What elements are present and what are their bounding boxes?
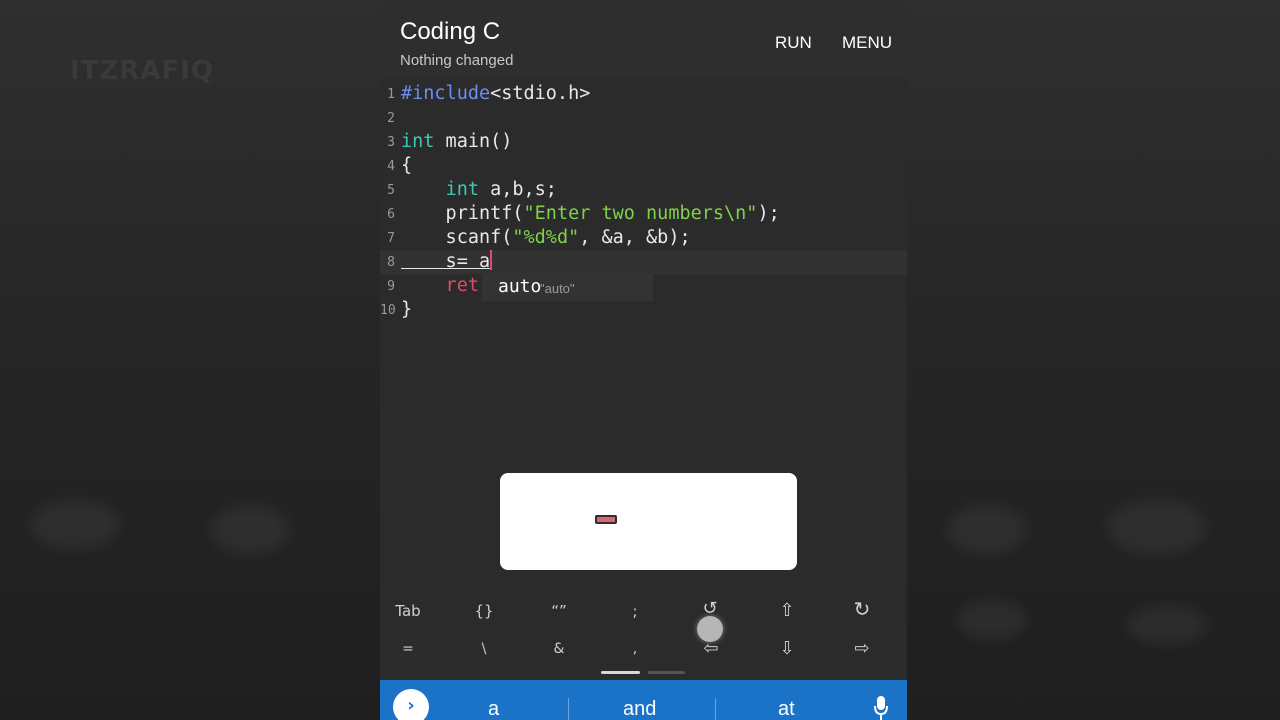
line-number: 5: [387, 183, 395, 198]
code-text: #include<stdio.h>: [401, 82, 590, 106]
equals-key[interactable]: =: [380, 641, 438, 657]
comma-key[interactable]: ,: [605, 641, 665, 657]
line-number: 1: [387, 87, 395, 102]
line-number: 4: [387, 159, 395, 174]
backslash-key[interactable]: \: [454, 641, 514, 657]
background-left: ITZRAFIQ: [0, 0, 380, 720]
arrow-right-icon[interactable]: ⇨: [832, 638, 892, 659]
touch-indicator: [697, 616, 723, 642]
code-text: int main(): [401, 130, 512, 154]
code-token: );: [757, 203, 780, 224]
code-token: s= a: [401, 251, 491, 272]
code-line: 10 }: [380, 298, 907, 322]
blur-shape: [30, 500, 120, 550]
code-token: scanf(: [401, 227, 513, 248]
page-indicator[interactable]: [648, 671, 685, 674]
string-token: "Enter two numbers\n": [523, 203, 758, 224]
suggestion-word[interactable]: a: [488, 698, 499, 720]
code-text: s= a: [401, 250, 493, 274]
code-line: 6 printf("Enter two numbers\n");: [380, 202, 907, 226]
ampersand-key[interactable]: &: [529, 641, 589, 657]
divider: [568, 698, 569, 720]
redo-icon[interactable]: ↻: [832, 597, 892, 621]
code-line: 1 #include<stdio.h>: [380, 82, 907, 106]
blur-shape: [210, 505, 290, 555]
code-token: <stdio.h>: [490, 83, 591, 104]
menu-button[interactable]: MENU: [842, 33, 892, 53]
line-number: 3: [387, 135, 395, 150]
code-token: a,b,s;: [478, 179, 557, 200]
line-number: 8: [387, 255, 395, 270]
run-button[interactable]: RUN: [775, 33, 812, 53]
code-text: int a,b,s;: [401, 178, 557, 202]
line-number: 7: [387, 231, 395, 246]
app-subtitle: Nothing changed: [400, 52, 514, 69]
blur-shape: [947, 505, 1027, 555]
line-number: 6: [387, 207, 395, 222]
string-token: "%d%d": [512, 227, 580, 248]
line-number: 2: [387, 111, 395, 126]
tab-key[interactable]: Tab: [380, 602, 438, 620]
watermark: ITZRAFIQ: [70, 56, 214, 86]
arrow-down-icon[interactable]: ⇩: [757, 638, 817, 659]
code-text: printf("Enter two numbers\n");: [401, 202, 780, 226]
code-line: 5 int a,b,s;: [380, 178, 907, 202]
keyboard-suggestion-bar: › a and at: [380, 680, 907, 720]
code-line: 3 int main(): [380, 130, 907, 154]
keyword-token: int: [401, 131, 435, 152]
microphone-icon[interactable]: [874, 696, 888, 720]
arrow-up-icon[interactable]: ⇧: [757, 600, 817, 621]
braces-key[interactable]: {}: [454, 602, 514, 620]
suggestion-word[interactable]: at: [778, 698, 795, 720]
suggestion-word[interactable]: and: [623, 698, 656, 720]
code-token: main(): [434, 131, 513, 152]
code-line-current: 8 s= a: [380, 250, 907, 274]
blur-shape: [1107, 500, 1207, 555]
preprocessor-token: #include: [401, 83, 491, 104]
blur-shape: [1127, 605, 1207, 645]
code-text: scanf("%d%d", &a, &b);: [401, 226, 691, 250]
app-title: Coding C: [400, 18, 501, 45]
blur-shape: [957, 600, 1027, 640]
code-text: {: [401, 155, 413, 176]
loading-icon: [595, 515, 617, 524]
line-number: 10: [380, 303, 396, 318]
quotes-key[interactable]: “”: [529, 602, 589, 620]
line-number: 9: [387, 279, 395, 294]
app-bar: Coding C Nothing changed RUN MENU: [380, 0, 907, 78]
progress-dialog: [500, 473, 797, 570]
page-indicator-active[interactable]: [601, 671, 640, 674]
chevron-right-icon[interactable]: ›: [393, 689, 429, 720]
autocomplete-word: auto: [498, 276, 542, 297]
phone-screen: Coding C Nothing changed RUN MENU 1 #inc…: [380, 0, 907, 720]
code-text: }: [401, 299, 413, 320]
background-right: [907, 0, 1280, 720]
code-token: printf(: [401, 203, 524, 224]
code-line: 7 scanf("%d%d", &a, &b);: [380, 226, 907, 250]
code-token: , &a, &b);: [579, 227, 691, 248]
text-cursor: [490, 250, 493, 270]
keyword-token: int: [445, 179, 479, 200]
divider: [715, 698, 716, 720]
autocomplete-hint: "auto": [540, 281, 575, 296]
code-line: 4 {: [380, 154, 907, 178]
semicolon-key[interactable]: ;: [605, 602, 665, 620]
autocomplete-suggestion[interactable]: auto "auto": [482, 274, 653, 301]
code-line: 2: [380, 106, 907, 130]
code-text: ret: [401, 275, 479, 296]
extra-keys-toolbar: Tab {} “” ; ↺ ⇧ ↻ = \ & , ⇦ ⇩ ⇨: [380, 592, 907, 680]
